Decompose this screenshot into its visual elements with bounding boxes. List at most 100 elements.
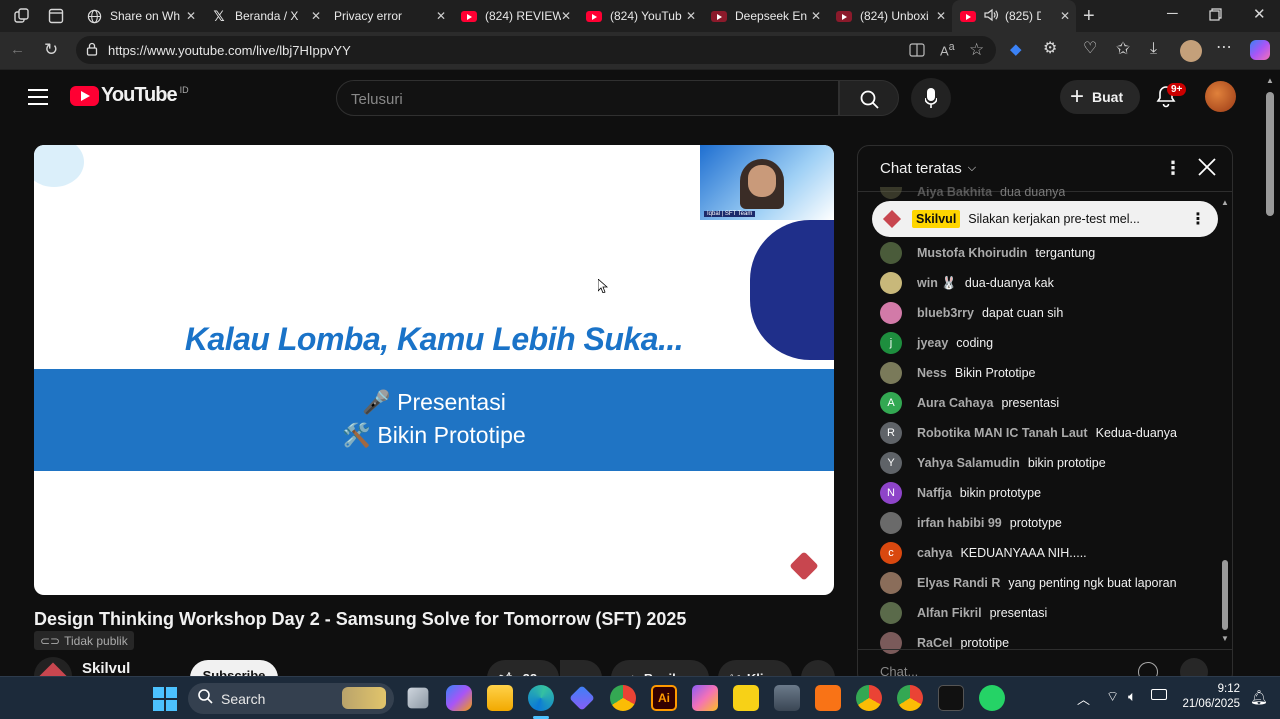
chat-author: Robotika MAN IC Tanah Laut bbox=[917, 426, 1088, 440]
chat-avatar: R bbox=[880, 422, 902, 444]
refresh-icon[interactable]: ↻ bbox=[44, 41, 58, 58]
chat-scrollbar-down-icon[interactable]: ▼ bbox=[1221, 634, 1229, 643]
browser-tab[interactable]: (824) Unboxi ✕ bbox=[828, 0, 952, 32]
clock-time[interactable]: 9:12 bbox=[1184, 683, 1240, 695]
paint-app-icon[interactable] bbox=[692, 685, 718, 711]
illustrator-icon[interactable]: Ai bbox=[651, 685, 677, 711]
browser-tab[interactable]: (824) YouTub ✕ bbox=[578, 0, 702, 32]
taskbar-search[interactable]: Search bbox=[188, 683, 394, 714]
browser-tab[interactable]: (824) REVIEW ✕ bbox=[453, 0, 577, 32]
browser-tab[interactable]: Deepseek En ✕ bbox=[703, 0, 827, 32]
workspaces-icon[interactable] bbox=[14, 8, 30, 27]
favorite-star-icon[interactable]: ☆ bbox=[969, 41, 984, 58]
chat-avatar bbox=[880, 187, 902, 199]
close-chat-icon[interactable] bbox=[1198, 158, 1216, 181]
volume-icon[interactable]: 🔈︎ bbox=[1128, 688, 1136, 705]
tab-title: (824) YouTub bbox=[610, 9, 682, 23]
close-tab-icon[interactable]: ✕ bbox=[686, 9, 696, 23]
chat-message: irfan habibi 99 prototype bbox=[880, 512, 1062, 534]
wifi-icon[interactable]: ⌔ bbox=[1106, 688, 1119, 706]
chrome-secondary-icon[interactable] bbox=[897, 685, 923, 711]
browser-tab[interactable]: Share on Wh ✕ bbox=[78, 0, 202, 32]
copilot-app-icon[interactable] bbox=[446, 685, 472, 711]
read-aloud-icon[interactable]: Aa bbox=[940, 42, 955, 58]
clock-date[interactable]: 21/06/2025 bbox=[1176, 698, 1240, 710]
chat-scrollbar-thumb[interactable] bbox=[1222, 560, 1228, 630]
page-scrollbar-up-icon[interactable]: ▲ bbox=[1266, 76, 1274, 85]
back-icon[interactable]: ← bbox=[10, 42, 25, 57]
close-tab-icon[interactable]: ✕ bbox=[936, 9, 946, 23]
notification-center-icon[interactable]: 🔔︎ bbox=[1250, 689, 1268, 706]
pinned-author: Skilvul bbox=[912, 210, 961, 228]
browser-tab[interactable]: 𝕏 Beranda / X ✕ bbox=[203, 0, 327, 32]
close-tab-icon[interactable]: ✕ bbox=[1060, 9, 1070, 23]
sticky-notes-icon[interactable] bbox=[733, 685, 759, 711]
chat-author: Aura Cahaya bbox=[917, 396, 994, 410]
slide-option-prototipe: 🛠️ Bikin Prototipe bbox=[342, 422, 526, 448]
visual-studio-icon[interactable] bbox=[569, 685, 595, 711]
speaker-icon[interactable] bbox=[984, 8, 999, 25]
site-info-icon[interactable] bbox=[85, 42, 99, 59]
hamburger-menu-icon[interactable] bbox=[28, 89, 48, 110]
whatsapp-icon[interactable] bbox=[979, 685, 1005, 711]
notification-badge: 9+ bbox=[1167, 83, 1187, 96]
pinned-message[interactable]: Skilvul Silakan kerjakan pre-test mel...… bbox=[872, 201, 1218, 237]
chat-mode-dropdown[interactable]: Chat teratas ⌵ bbox=[880, 160, 976, 177]
tab-actions-icon[interactable] bbox=[48, 8, 64, 27]
youtube-logo[interactable]: YouTube ID bbox=[70, 84, 189, 107]
close-tab-icon[interactable]: ✕ bbox=[186, 9, 196, 23]
youtube-icon bbox=[586, 8, 602, 24]
close-tab-icon[interactable]: ✕ bbox=[436, 9, 446, 23]
search-input[interactable]: Telusuri bbox=[336, 80, 839, 116]
chrome-icon[interactable] bbox=[610, 685, 636, 711]
capcut-icon[interactable] bbox=[815, 685, 841, 711]
downloads-icon[interactable]: ⤓ bbox=[1150, 41, 1157, 57]
browser-essentials-icon[interactable]: ♡ bbox=[1083, 41, 1097, 57]
pinned-more-icon[interactable]: ⋮ bbox=[1190, 209, 1206, 229]
profile-avatar[interactable] bbox=[1180, 40, 1202, 62]
start-button-icon[interactable] bbox=[153, 687, 177, 711]
country-code: ID bbox=[179, 84, 189, 95]
chrome-profile-icon[interactable] bbox=[856, 685, 882, 711]
page-scrollbar-thumb[interactable] bbox=[1266, 92, 1274, 216]
split-screen-icon[interactable] bbox=[909, 42, 925, 61]
capcut-dark-icon[interactable] bbox=[938, 685, 964, 711]
search-button[interactable] bbox=[839, 80, 899, 116]
minimize-icon[interactable]: ─ bbox=[1167, 6, 1178, 21]
chat-scrollbar-up-icon[interactable]: ▲ bbox=[1221, 198, 1229, 207]
account-avatar[interactable] bbox=[1205, 81, 1236, 112]
chat-more-icon[interactable]: ⋮ bbox=[1164, 158, 1182, 179]
system-tray-chevron-icon[interactable]: ︿ bbox=[1077, 689, 1090, 708]
video-player[interactable]: Iqbal | SFT Team Kalau Lomba, Kamu Lebih… bbox=[34, 145, 834, 595]
favorites-icon[interactable]: ✩ bbox=[1116, 40, 1130, 57]
youtube-icon bbox=[836, 8, 852, 24]
new-tab-icon[interactable]: + bbox=[1083, 6, 1095, 26]
create-button[interactable]: + Buat bbox=[1060, 80, 1140, 114]
calculator-icon[interactable] bbox=[774, 685, 800, 711]
close-tab-icon[interactable]: ✕ bbox=[561, 9, 571, 23]
close-window-icon[interactable]: ✕ bbox=[1253, 7, 1266, 22]
restore-icon[interactable] bbox=[1209, 8, 1222, 24]
task-view-icon[interactable] bbox=[407, 687, 429, 709]
browser-tab[interactable]: Privacy error ✕ bbox=[328, 0, 452, 32]
voice-search-button[interactable] bbox=[911, 78, 951, 118]
file-explorer-icon[interactable] bbox=[487, 685, 513, 711]
close-tab-icon[interactable]: ✕ bbox=[311, 9, 321, 23]
globe-icon bbox=[86, 8, 102, 24]
channel-name[interactable]: Skilvul bbox=[82, 660, 130, 677]
shield-icon[interactable]: ◆ bbox=[1010, 42, 1022, 57]
copilot-icon[interactable] bbox=[1250, 40, 1270, 60]
more-menu-icon[interactable]: ⋯ bbox=[1216, 40, 1232, 56]
extensions-icon[interactable]: ⚙ bbox=[1043, 41, 1057, 57]
close-tab-icon[interactable]: ✕ bbox=[811, 9, 821, 23]
tab-title: Beranda / X bbox=[235, 9, 299, 23]
battery-icon[interactable] bbox=[1151, 689, 1167, 700]
address-bar[interactable]: https://www.youtube.com/live/lbj7HIppvYY… bbox=[76, 36, 996, 64]
chat-text: yang penting ngk buat laporan bbox=[1008, 576, 1177, 590]
chat-text: prototype bbox=[1009, 516, 1062, 530]
edge-browser-icon[interactable] bbox=[528, 685, 554, 711]
skilvul-watermark-logo bbox=[789, 551, 819, 581]
browser-tab-active[interactable]: (825) De ✕ bbox=[952, 0, 1076, 32]
chat-message: Alfan Fikril presentasi bbox=[880, 602, 1047, 624]
chat-text: Bikin Prototipe bbox=[954, 366, 1036, 380]
